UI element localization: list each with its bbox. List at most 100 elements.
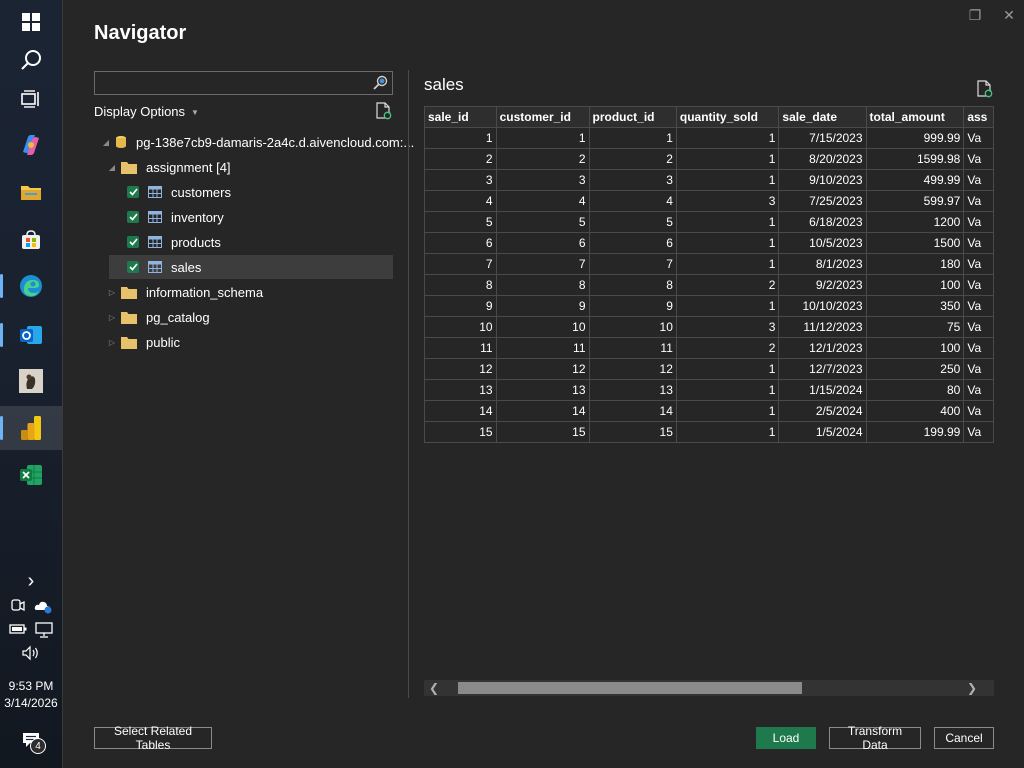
table-cell: 199.99 xyxy=(865,421,965,443)
expand-icon[interactable]: ▷ xyxy=(107,313,117,322)
tree-folder-information-schema[interactable]: ▷ information_schema xyxy=(107,280,263,304)
table-cell: 180 xyxy=(865,253,965,275)
table-row: 13 13 13 1 1/15/2024 80 Va xyxy=(424,379,994,401)
power-bi-button[interactable] xyxy=(0,406,62,450)
checkbox[interactable] xyxy=(127,186,139,198)
onedrive-icon[interactable] xyxy=(34,598,52,614)
table-cell: Va xyxy=(963,148,994,170)
close-button[interactable]: ✕ xyxy=(999,6,1019,24)
cancel-button[interactable]: Cancel xyxy=(934,727,994,749)
running-indicator xyxy=(0,416,3,440)
tree-table-products[interactable]: products xyxy=(127,230,221,254)
volume-icon[interactable] xyxy=(21,645,41,661)
pane-divider[interactable] xyxy=(408,70,409,698)
column-header[interactable]: product_id xyxy=(588,106,677,128)
tree-root-server[interactable]: ◢ pg-138e7cb9-damaris-2a4c.d.aivencloud.… xyxy=(101,130,414,154)
restore-button[interactable]: ❐ xyxy=(965,6,985,24)
table-cell: 5 xyxy=(588,211,677,233)
windows-icon xyxy=(22,13,40,31)
photos-icon xyxy=(19,369,43,393)
table-row: 3 3 3 1 9/10/2023 499.99 Va xyxy=(424,169,994,191)
table-cell: 14 xyxy=(424,400,497,422)
column-header[interactable]: ass xyxy=(963,106,994,128)
table-cell: Va xyxy=(963,253,994,275)
photos-button[interactable] xyxy=(0,359,62,403)
store-button[interactable] xyxy=(0,218,62,262)
checkbox[interactable] xyxy=(127,236,139,248)
folder-label: pg_catalog xyxy=(146,309,210,325)
excel-icon xyxy=(20,465,42,485)
table-cell: 11 xyxy=(424,337,497,359)
table-cell: 100 xyxy=(865,274,965,296)
edge-button[interactable] xyxy=(0,264,62,308)
column-header[interactable]: sale_date xyxy=(778,106,867,128)
table-cell: 10 xyxy=(495,316,590,338)
table-cell: 14 xyxy=(495,400,590,422)
outlook-icon xyxy=(20,326,42,344)
checkbox[interactable] xyxy=(127,211,139,223)
show-hidden-icons-button[interactable]: › xyxy=(0,571,62,591)
table-cell: 15 xyxy=(588,421,677,443)
table-row: 8 8 8 2 9/2/2023 100 Va xyxy=(424,274,994,296)
search-icon[interactable] xyxy=(372,75,388,91)
refresh-icon[interactable] xyxy=(375,102,393,120)
refresh-preview-icon[interactable] xyxy=(976,80,994,98)
tree-folder-assignment[interactable]: ◢ assignment [4] xyxy=(107,155,231,179)
scroll-left-arrow[interactable]: ❮ xyxy=(426,680,442,696)
table-cell: 12 xyxy=(588,358,677,380)
select-related-tables-button[interactable]: Select Related Tables xyxy=(94,724,212,752)
scrollbar-thumb[interactable] xyxy=(458,682,802,694)
table-cell: 75 xyxy=(865,316,965,338)
column-header[interactable]: total_amount xyxy=(865,106,965,128)
search-input[interactable] xyxy=(95,72,365,94)
table-icon xyxy=(148,236,162,248)
taskbar-search-button[interactable] xyxy=(0,38,62,82)
tree-table-customers[interactable]: customers xyxy=(127,180,231,204)
copilot-button[interactable] xyxy=(0,123,62,167)
table-cell: 8/20/2023 xyxy=(778,148,867,170)
expand-icon[interactable]: ▷ xyxy=(107,338,117,347)
table-cell: 9 xyxy=(588,295,677,317)
expand-icon[interactable]: ▷ xyxy=(107,288,117,297)
table-cell: 1 xyxy=(675,358,780,380)
excel-button[interactable] xyxy=(0,453,62,497)
outlook-button[interactable] xyxy=(0,313,62,357)
column-header[interactable]: sale_id xyxy=(424,106,497,128)
tree-table-sales[interactable]: sales xyxy=(109,255,393,279)
tree-folder-public[interactable]: ▷ public xyxy=(107,330,180,354)
table-label: customers xyxy=(171,184,231,200)
scroll-right-arrow[interactable]: ❯ xyxy=(964,680,980,696)
file-explorer-icon xyxy=(21,186,41,200)
battery-icon[interactable] xyxy=(9,622,27,636)
load-button[interactable]: Load xyxy=(756,727,816,749)
table-cell: 7 xyxy=(424,253,497,275)
checkbox[interactable] xyxy=(127,261,139,273)
table-cell: 1 xyxy=(675,232,780,254)
teams-meeting-icon[interactable] xyxy=(10,598,26,614)
task-view-button[interactable] xyxy=(0,77,62,121)
navigator-dialog: Navigator ❐ ✕ Display Options ▼ ◢ pg-138e… xyxy=(62,0,1024,768)
table-cell: 6 xyxy=(495,232,590,254)
network-icon[interactable] xyxy=(35,622,53,638)
notifications-button[interactable]: 4 xyxy=(0,718,62,762)
table-cell: 599.97 xyxy=(865,190,965,212)
collapse-icon[interactable]: ◢ xyxy=(107,163,117,172)
table-cell: 5 xyxy=(495,211,590,233)
horizontal-scrollbar[interactable]: ❮ ❯ xyxy=(424,680,994,696)
column-header[interactable]: quantity_sold xyxy=(675,106,780,128)
table-cell: 1 xyxy=(675,253,780,275)
table-cell: 1/15/2024 xyxy=(778,379,867,401)
transform-data-button[interactable]: Transform Data xyxy=(829,724,921,752)
tree-table-inventory[interactable]: inventory xyxy=(127,205,224,229)
column-header[interactable]: customer_id xyxy=(495,106,590,128)
table-cell: 3 xyxy=(424,169,497,191)
table-cell: 15 xyxy=(424,421,497,443)
tree-folder-pg-catalog[interactable]: ▷ pg_catalog xyxy=(107,305,210,329)
table-cell: 3 xyxy=(675,190,780,212)
collapse-icon[interactable]: ◢ xyxy=(101,138,111,147)
table-cell: 12/1/2023 xyxy=(778,337,867,359)
file-explorer-button[interactable] xyxy=(0,170,62,214)
display-options-menu[interactable]: Display Options ▼ xyxy=(94,104,199,119)
table-cell: 7/15/2023 xyxy=(778,127,867,149)
taskbar-clock[interactable]: 9:53 PM 3/14/2026 xyxy=(0,678,62,712)
